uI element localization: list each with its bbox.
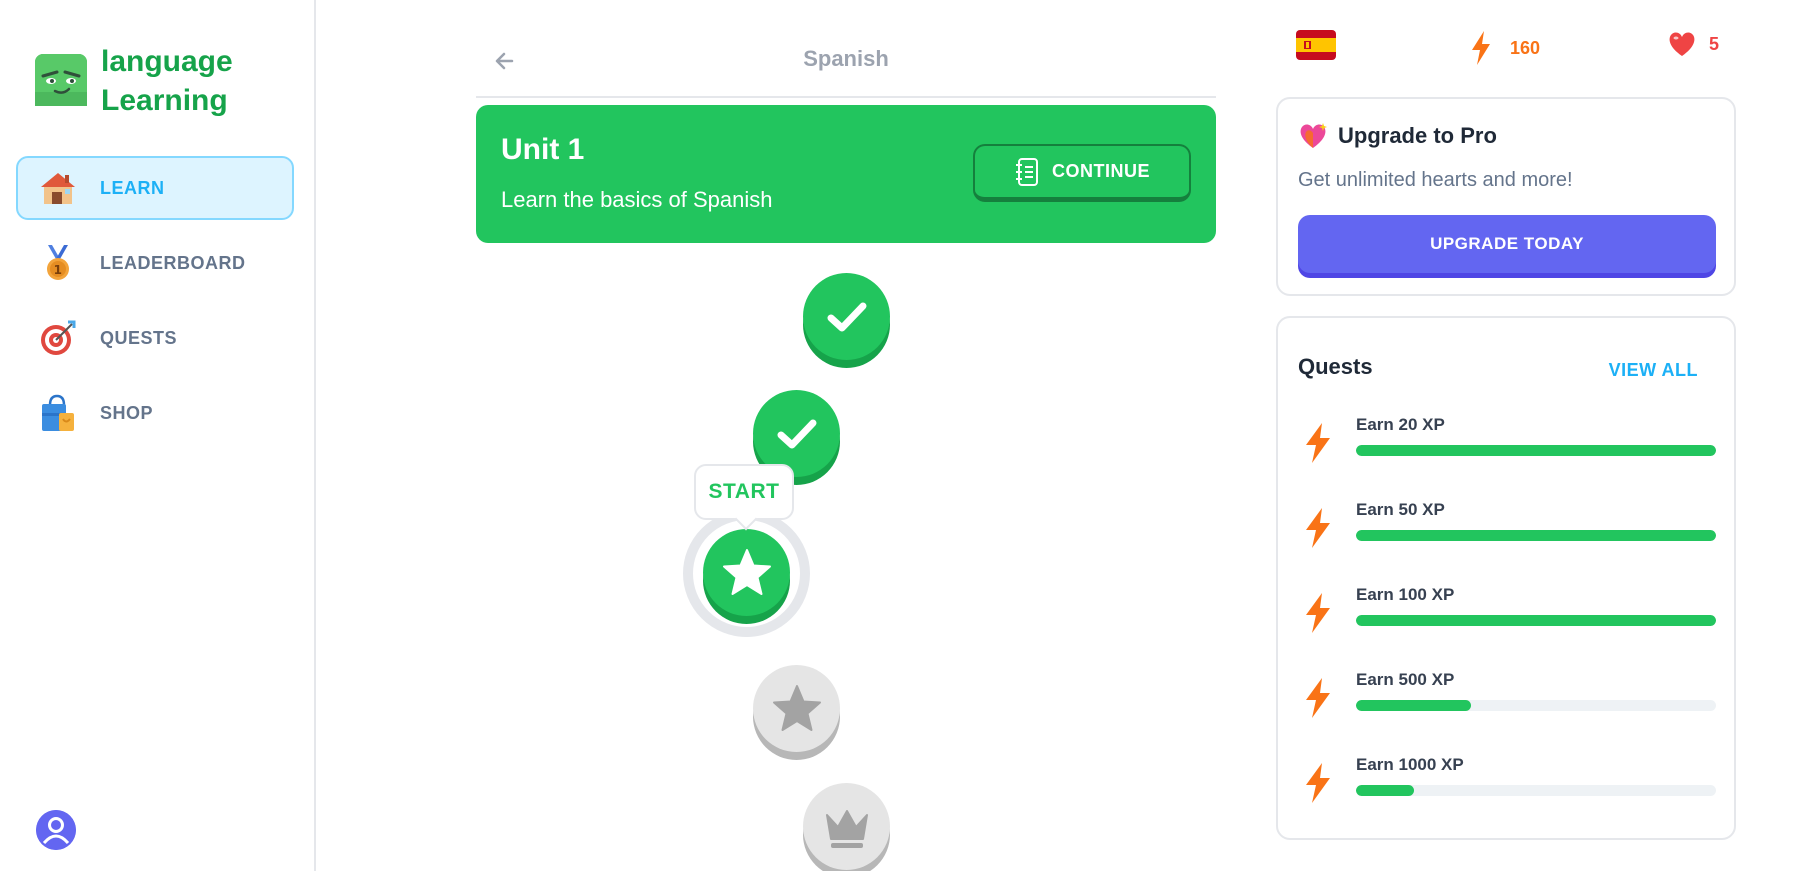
quest-label: Earn 1000 XP: [1356, 755, 1464, 774]
xp-stat[interactable]: 160: [1468, 30, 1540, 66]
user-avatar[interactable]: [36, 810, 76, 850]
lightning-icon: [1306, 593, 1330, 633]
user-icon: [36, 810, 76, 850]
svg-text:1: 1: [54, 263, 63, 277]
shopping-bag-icon: [38, 393, 78, 433]
quest-progress-fill: [1356, 700, 1472, 711]
lesson-node-locked[interactable]: [753, 665, 840, 752]
unit-title: Unit 1: [501, 133, 585, 166]
quest-item[interactable]: Earn 50 XP: [1298, 500, 1718, 560]
quest-progress-bar: [1356, 615, 1716, 626]
sparkle-heart-icon: [1300, 123, 1327, 148]
unit-description: Learn the basics of Spanish: [501, 187, 773, 212]
quest-progress-bar: [1356, 445, 1716, 456]
crown-icon: [825, 809, 868, 848]
sidebar-item-shop[interactable]: SHOP: [16, 381, 294, 445]
quest-label: Earn 50 XP: [1356, 500, 1445, 519]
lesson-node-completed[interactable]: [803, 273, 890, 360]
quest-progress-fill: [1356, 445, 1716, 456]
upgrade-button[interactable]: UPGRADE TODAY: [1298, 215, 1716, 273]
sidebar-item-label: SHOP: [100, 402, 154, 423]
quest-progress-fill: [1356, 615, 1716, 626]
quest-item[interactable]: Earn 500 XP: [1298, 670, 1718, 730]
quest-item[interactable]: Earn 100 XP: [1298, 585, 1718, 645]
quest-label: Earn 500 XP: [1356, 670, 1455, 689]
brand-line-1: language: [101, 45, 233, 78]
quest-progress-fill: [1356, 785, 1414, 796]
sidebar-item-label: QUESTS: [100, 327, 178, 348]
check-icon: [827, 302, 866, 331]
heart-icon: [1669, 32, 1695, 56]
lightning-icon: [1306, 423, 1330, 463]
medal-icon: 1: [38, 243, 78, 283]
start-tooltip[interactable]: START: [694, 464, 794, 520]
continue-button[interactable]: CONTINUE: [973, 144, 1191, 202]
target-icon: [38, 318, 78, 358]
xp-count: 160: [1510, 37, 1541, 58]
hearts-count: 5: [1709, 33, 1720, 54]
quests-title: Quests: [1298, 354, 1373, 379]
lightning-icon: [1472, 31, 1490, 65]
view-all-link[interactable]: VIEW ALL: [1609, 360, 1698, 381]
quest-item[interactable]: Earn 1000 XP: [1298, 755, 1718, 815]
brand[interactable]: language Learning: [35, 42, 271, 120]
spain-flag-icon: [1296, 30, 1336, 60]
continue-label: CONTINUE: [1052, 161, 1150, 181]
sidebar: language Learning LEARN 1 LEADERBOARD QU…: [0, 0, 316, 871]
house-icon: [38, 168, 78, 208]
star-icon: [772, 684, 821, 731]
pro-subtitle: Get unlimited hearts and more!: [1298, 169, 1573, 191]
lesson-node-locked[interactable]: [803, 783, 890, 870]
quest-progress-bar: [1356, 530, 1716, 541]
quest-label: Earn 100 XP: [1356, 585, 1455, 604]
quest-progress-bar: [1356, 700, 1716, 711]
lesson-node-current[interactable]: [703, 529, 790, 616]
main-header: Spanish: [476, 28, 1216, 98]
pro-title-text: Upgrade to Pro: [1338, 123, 1497, 148]
brand-name: language Learning: [101, 42, 271, 120]
quest-progress-bar: [1356, 785, 1716, 796]
notebook-icon: [1016, 157, 1038, 186]
page-title: Spanish: [803, 46, 889, 71]
sidebar-nav: LEARN 1 LEADERBOARD QUESTS SHOP: [16, 156, 294, 456]
lightning-icon: [1306, 763, 1330, 803]
lightning-icon: [1306, 508, 1330, 548]
pro-title: Upgrade to Pro: [1298, 121, 1497, 151]
hearts-stat[interactable]: 5: [1667, 30, 1719, 58]
quest-label: Earn 20 XP: [1356, 415, 1445, 434]
brand-logo-icon: [35, 54, 87, 106]
sidebar-item-label: LEADERBOARD: [100, 252, 246, 273]
brand-line-2: Learning: [101, 84, 228, 117]
check-icon: [777, 419, 816, 448]
lightning-icon: [1306, 678, 1330, 718]
star-icon: [722, 548, 771, 595]
quest-progress-fill: [1356, 530, 1716, 541]
sidebar-item-leaderboard[interactable]: 1 LEADERBOARD: [16, 231, 294, 295]
quest-item[interactable]: Earn 20 XP: [1298, 415, 1718, 475]
user-stats: 160 5: [1296, 30, 1736, 70]
unit-banner: Unit 1 Learn the basics of Spanish CONTI…: [476, 105, 1216, 243]
quests-card: Quests VIEW ALL Earn 20 XP Earn 50 XP Ea…: [1276, 316, 1736, 840]
upgrade-card: Upgrade to Pro Get unlimited hearts and …: [1276, 97, 1736, 296]
language-selector[interactable]: [1296, 30, 1336, 60]
sidebar-item-learn[interactable]: LEARN: [16, 156, 294, 220]
sidebar-item-label: LEARN: [100, 177, 165, 198]
sidebar-item-quests[interactable]: QUESTS: [16, 306, 294, 370]
